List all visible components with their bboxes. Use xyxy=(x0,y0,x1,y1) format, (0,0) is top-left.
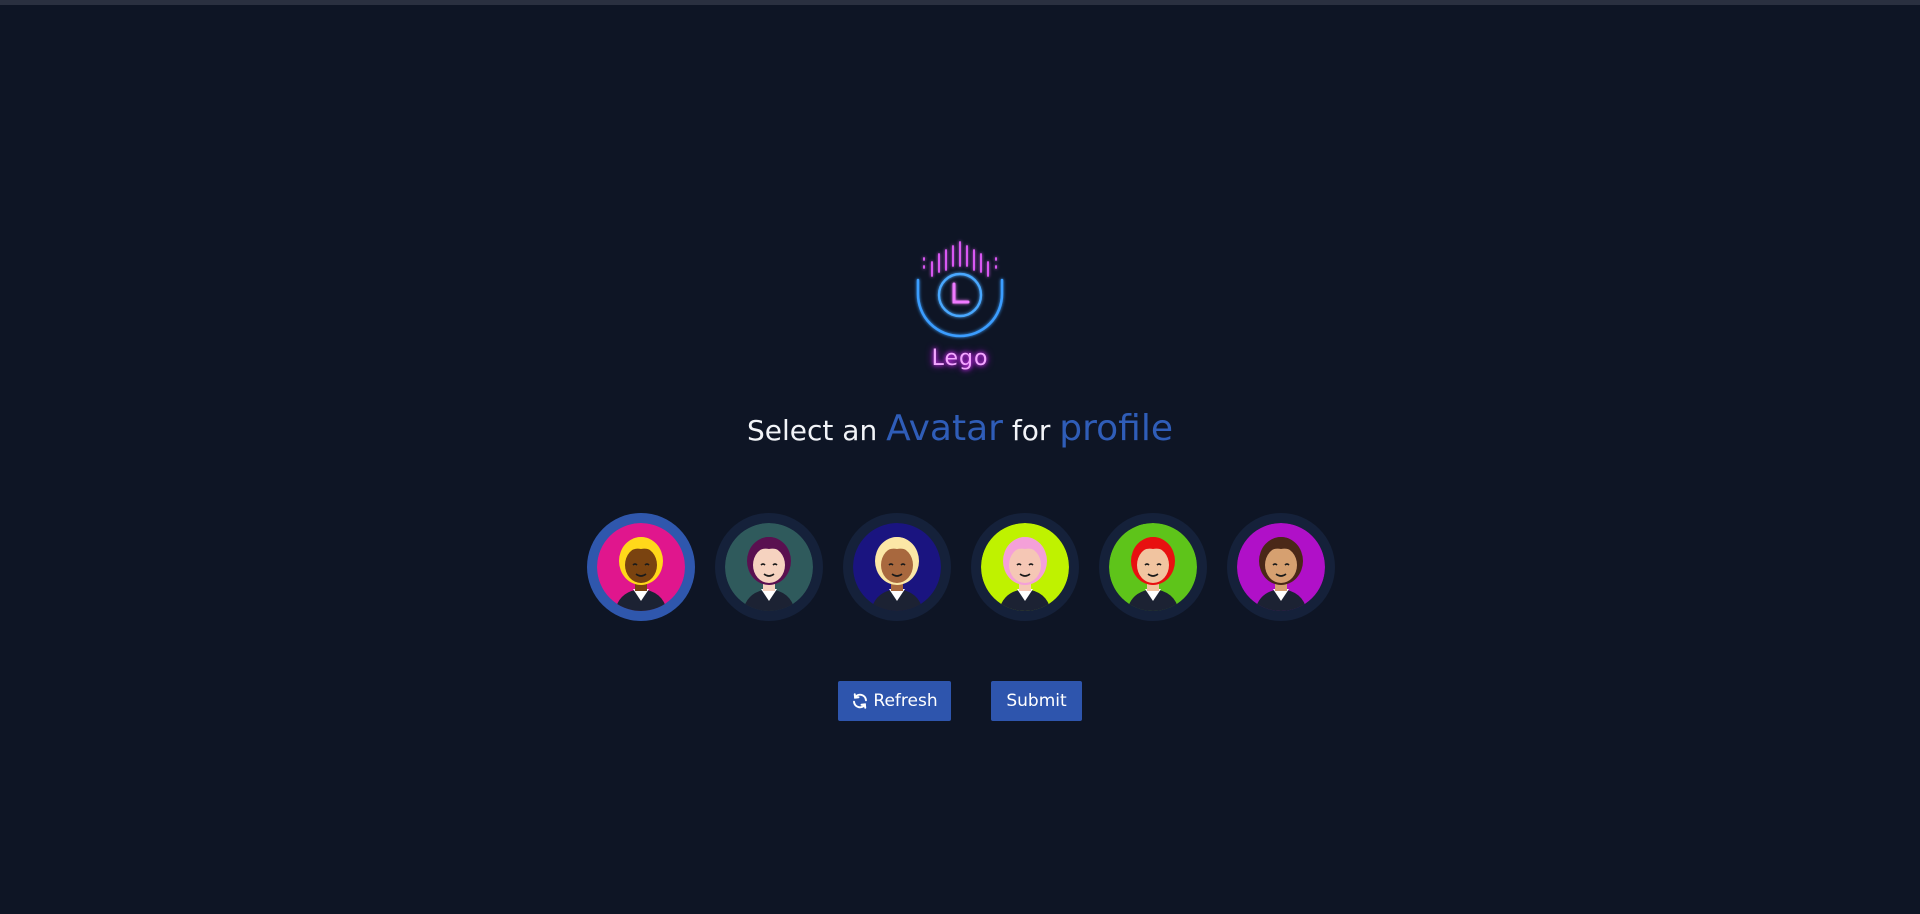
avatar-image xyxy=(597,523,685,611)
avatar-image xyxy=(725,523,813,611)
avatar-option[interactable] xyxy=(715,513,823,621)
avatar-option[interactable] xyxy=(1099,513,1207,621)
avatar-option[interactable] xyxy=(843,513,951,621)
brand-name: Lego xyxy=(931,346,989,371)
brand-logo: Lego xyxy=(910,236,1010,376)
refresh-label: Refresh xyxy=(873,691,938,711)
window-top-bar xyxy=(0,0,1920,5)
logo-emblem-icon xyxy=(916,241,1004,338)
avatar-image xyxy=(981,523,1069,611)
avatar-image xyxy=(1237,523,1325,611)
title-accent-avatar: Avatar xyxy=(886,408,1003,449)
avatar-option[interactable] xyxy=(587,513,695,621)
avatar-option[interactable] xyxy=(971,513,1079,621)
avatar-options xyxy=(587,513,1335,623)
avatar-image xyxy=(853,523,941,611)
avatar-image xyxy=(1109,523,1197,611)
refresh-button[interactable]: Refresh xyxy=(838,681,951,721)
submit-button[interactable]: Submit xyxy=(991,681,1082,721)
action-buttons: Refresh Submit xyxy=(838,681,1082,721)
page-title: Select an Avatar for profile xyxy=(0,408,1920,449)
avatar-option[interactable] xyxy=(1227,513,1335,621)
title-part-1: Select an xyxy=(747,414,887,447)
title-accent-profile: profile xyxy=(1059,408,1173,449)
title-part-2: for xyxy=(1002,414,1060,447)
refresh-icon xyxy=(851,692,869,710)
